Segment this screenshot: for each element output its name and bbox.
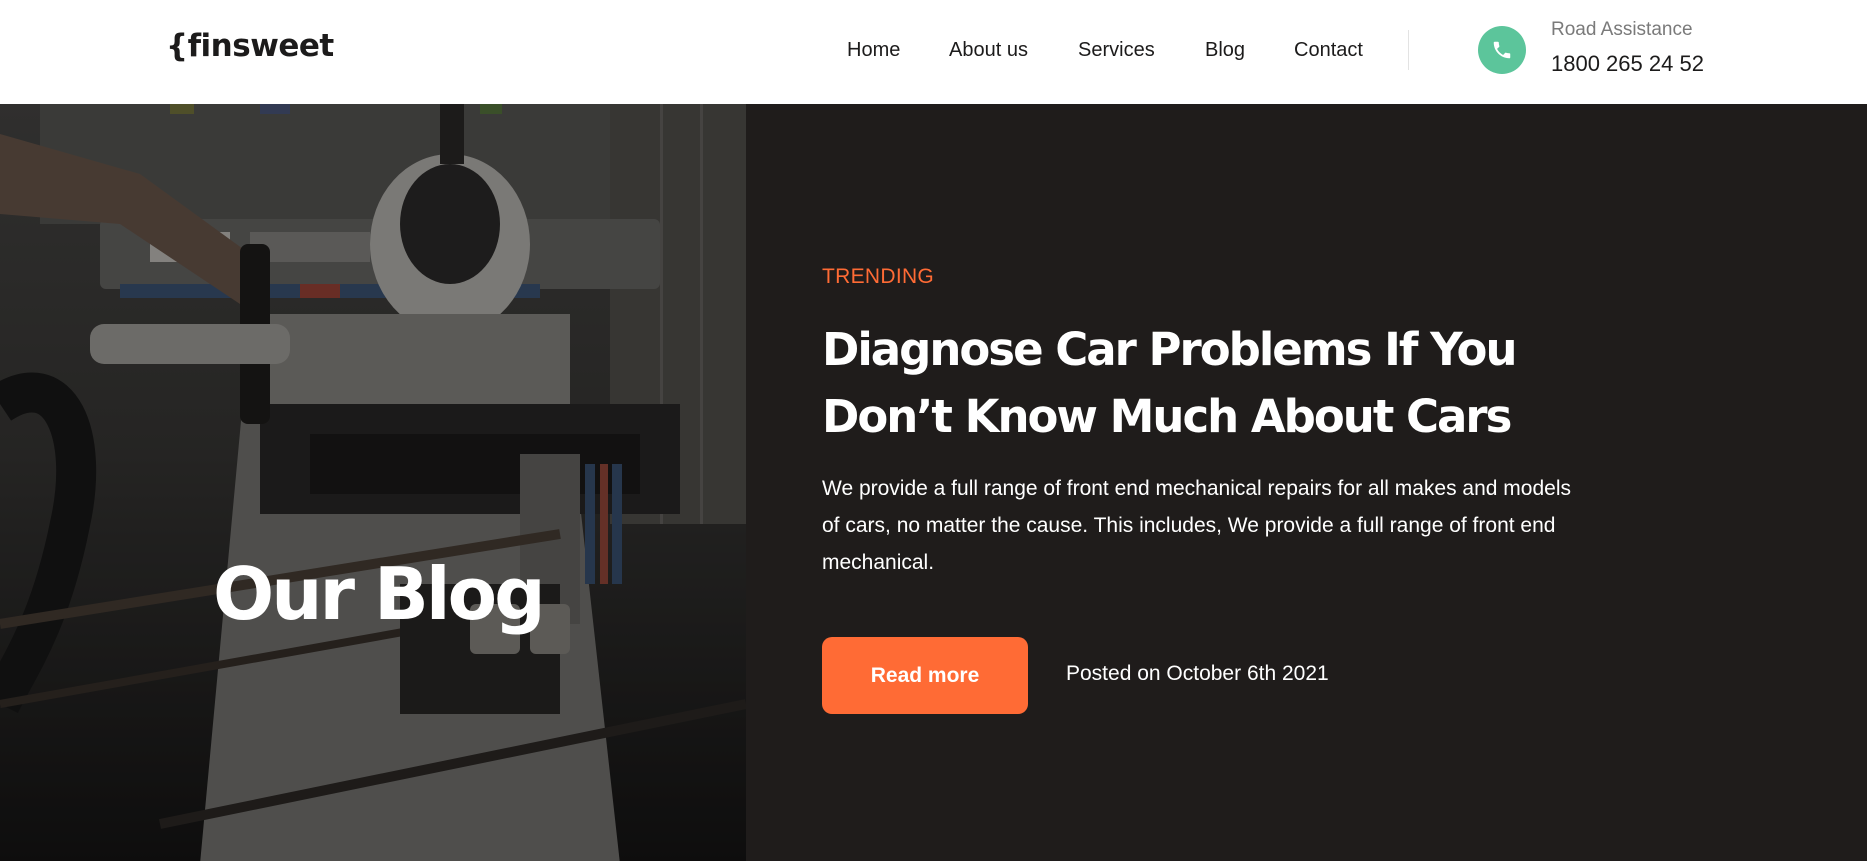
nav-item-contact[interactable]: Contact bbox=[1294, 39, 1363, 62]
post-title[interactable]: Diagnose Car Problems If You Don’t Know … bbox=[822, 316, 1522, 450]
site-header: {finsweet Home About us Services Blog Co… bbox=[0, 0, 1867, 104]
nav-item-services[interactable]: Services bbox=[1078, 39, 1155, 62]
race-car-photo bbox=[0, 104, 746, 861]
road-assistance-label: Road Assistance bbox=[1551, 19, 1693, 40]
nav-divider bbox=[1408, 30, 1409, 70]
hero-image: Our Blog bbox=[0, 104, 746, 861]
post-date: Posted on October 6th 2021 bbox=[1066, 662, 1329, 685]
featured-post: TRENDING Diagnose Car Problems If You Do… bbox=[746, 104, 1867, 861]
page-title: Our Blog bbox=[213, 552, 546, 636]
nav-item-blog[interactable]: Blog bbox=[1205, 39, 1245, 62]
phone-icon[interactable] bbox=[1478, 26, 1526, 74]
main-nav: Home About us Services Blog Contact bbox=[0, 0, 1400, 104]
nav-item-home[interactable]: Home bbox=[847, 39, 900, 62]
trending-label: TRENDING bbox=[822, 265, 935, 288]
post-excerpt: We provide a full range of front end mec… bbox=[822, 477, 1571, 574]
nav-item-about-us[interactable]: About us bbox=[949, 39, 1028, 62]
read-more-button[interactable]: Read more bbox=[822, 637, 1028, 714]
road-assistance-phone[interactable]: 1800 265 24 52 bbox=[1551, 51, 1704, 77]
